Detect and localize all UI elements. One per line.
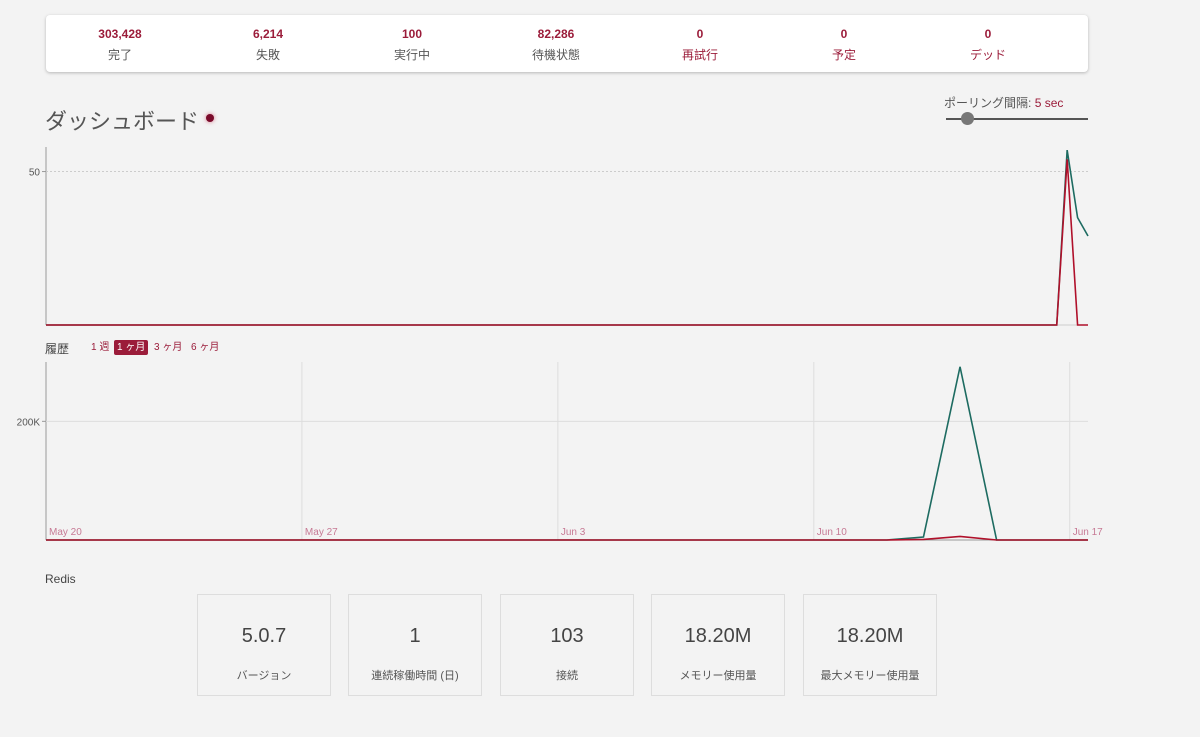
redis-connections-value: 103: [550, 625, 584, 647]
redis-connections-card: 103 接続: [500, 594, 634, 696]
redis-peak-memory-label: 最大メモリー使用量: [820, 670, 920, 682]
redis-peak-memory-card: 18.20M 最大メモリー使用量: [803, 594, 937, 696]
redis-connections-label: 接続: [556, 670, 578, 682]
range-3-month-button[interactable]: 3 ヶ月: [151, 340, 185, 355]
redis-uptime-value: 1: [409, 625, 421, 647]
redis-version-value: 5.0.7: [241, 625, 287, 647]
history-chart: 200K May 20 May 27 Jun 3 Jun 10 Jun 17: [17, 362, 1103, 541]
range-1-week-button[interactable]: 1 週: [88, 340, 112, 355]
redis-version-label: バージョン: [236, 670, 292, 682]
history-y-tick-label: 200K: [17, 417, 41, 428]
redis-uptime-label: 連続稼働時間 (日): [371, 670, 459, 682]
history-x-tick-label: Jun 17: [1073, 527, 1103, 538]
redis-section-label: Redis: [45, 572, 76, 586]
range-1-month-button[interactable]: 1 ヶ月: [114, 340, 149, 355]
history-x-tick-label: Jun 10: [817, 527, 847, 538]
realtime-chart: 50: [29, 147, 1089, 326]
redis-memory-label: メモリー使用量: [679, 670, 757, 682]
realtime-processed-line: [46, 149, 1089, 326]
history-x-tick-label: May 27: [305, 527, 338, 538]
history-x-tick-label: Jun 3: [561, 527, 586, 538]
redis-version-card: 5.0.7 バージョン: [197, 594, 331, 696]
redis-memory-card: 18.20M メモリー使用量: [651, 594, 785, 696]
history-x-tick-label: May 20: [49, 527, 82, 538]
realtime-failed-line: [46, 159, 1088, 326]
realtime-y-tick-label: 50: [29, 168, 41, 179]
redis-memory-value: 18.20M: [684, 625, 752, 647]
range-6-month-button[interactable]: 6 ヶ月: [188, 340, 222, 355]
history-processed-line: [46, 366, 1088, 541]
redis-uptime-card: 1 連続稼働時間 (日): [348, 594, 482, 696]
history-label: 履歴: [45, 342, 70, 356]
redis-peak-memory-value: 18.20M: [836, 625, 904, 647]
